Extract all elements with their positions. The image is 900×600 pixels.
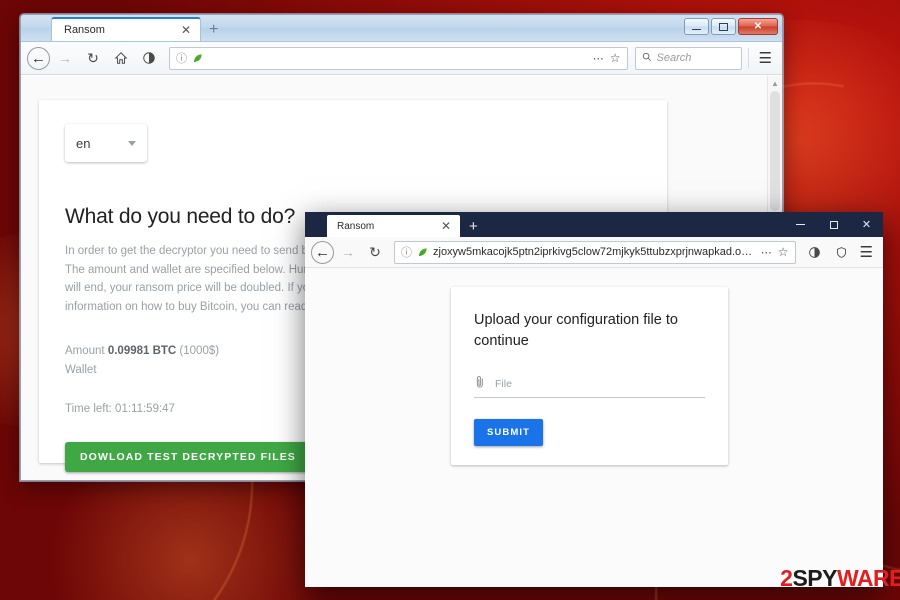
instructions-line-3: will end, your ransom price will be doub… [65,282,334,294]
shield-icon[interactable] [802,239,828,265]
shield-icon[interactable] [136,45,162,71]
page-scrollbar-front[interactable] [875,268,883,587]
chevron-down-icon [128,140,136,146]
upload-card: Upload your configuration file to contin… [451,287,728,465]
back-icon[interactable]: ← [311,240,334,264]
maximize-button[interactable] [817,212,850,237]
watermark-part-4: E [889,565,900,591]
bookmark-icon[interactable]: ☆ [778,245,789,259]
site-info-icon[interactable]: ⓘ [401,244,412,260]
menu-icon[interactable]: ☰ [856,243,877,261]
close-icon[interactable]: ✕ [438,220,454,232]
search-icon [642,52,652,65]
bookmark-icon[interactable]: ☆ [610,51,621,65]
browser-tab-ransom-front[interactable]: Ransom ✕ [327,215,460,237]
window-controls-back[interactable]: ✕ [684,18,778,35]
container-icon[interactable] [829,239,855,265]
leaf-icon [417,247,428,258]
instructions-line-2: The amount and wallet are specified belo… [65,263,333,276]
search-placeholder: Search [656,52,692,64]
reload-icon[interactable]: ↻ [80,45,106,71]
forward-icon: → [341,244,355,260]
language-value: en [76,135,91,151]
address-bar-front[interactable]: ⓘ zjoxyw5mkacojk5ptn2iprkivg5clow72mjkyk… [394,240,796,264]
browser-window-front[interactable]: Ransom ✕ + ✕ ← → ↻ ⓘ zjoxyw5mkacojk5ptn2… [305,212,883,587]
upload-title: Upload your configuration file to contin… [474,312,678,349]
page-actions-icon[interactable]: ⋯ [761,246,773,259]
new-tab-button[interactable]: + [460,219,487,236]
url-host: zjoxyw5mkacojk5ptn2iprkivg5clow72mjkyk5t… [433,246,756,258]
search-bar-back[interactable]: Search [634,46,742,70]
tab-label: Ransom [337,220,375,232]
maximize-button[interactable] [711,18,736,35]
site-info-icon[interactable]: ⓘ [176,50,187,66]
instructions-line-1: In order to get the decryptor you need t… [65,245,330,257]
close-icon[interactable]: ✕ [178,24,194,36]
titlebar-back[interactable]: Ransom ✕ + ✕ [21,15,782,42]
page-content-front: Upload your configuration file to contin… [305,268,883,587]
amount-value: 0.09981 BTC [107,345,177,357]
watermark-part-2: SPY [792,565,837,591]
watermark-part-1: 2 [780,565,793,591]
language-select[interactable]: en [65,124,147,162]
paperclip-icon [474,375,486,392]
close-button[interactable]: ✕ [738,18,778,35]
navigation-toolbar-back[interactable]: ← → ↻ ⓘ ⋯ ☆ Search ☰ [21,42,782,75]
watermark-2spyware: 2SPYWARE [780,565,900,592]
titlebar-front[interactable]: Ransom ✕ + ✕ [305,212,883,237]
tab-label: Ransom [64,24,105,36]
navigation-toolbar-front[interactable]: ← → ↻ ⓘ zjoxyw5mkacojk5ptn2iprkivg5clow7… [305,237,883,268]
wallet-label: Wallet [65,364,97,376]
scroll-up-icon[interactable]: ▲ [768,76,782,91]
browser-tab-ransom[interactable]: Ransom ✕ [51,17,201,41]
scrollbar-thumb[interactable] [770,91,780,211]
page-actions-icon[interactable]: ⋯ [593,52,605,65]
home-icon[interactable] [108,45,134,71]
amount-usd: (1000$) [176,345,220,357]
minimize-button[interactable] [784,212,817,237]
watermark-part-3: WAR [836,565,890,591]
address-bar-back[interactable]: ⓘ ⋯ ☆ [169,46,628,70]
forward-icon: → [58,50,72,66]
window-controls-front[interactable]: ✕ [784,212,883,237]
menu-icon[interactable]: ☰ [755,49,776,67]
reload-icon[interactable]: ↻ [362,239,388,265]
file-input-placeholder: File [495,377,512,390]
amount-label: Amount [65,345,108,357]
close-button[interactable]: ✕ [850,212,883,237]
file-input-row[interactable]: File [474,375,705,398]
download-test-files-button[interactable]: DOWLOAD TEST DECRYPTED FILES [65,442,311,472]
submit-button[interactable]: SUBMIT [474,419,544,446]
url-text: zjoxyw5mkacojk5ptn2iprkivg5clow72mjkyk5t… [433,246,756,258]
new-tab-button[interactable]: + [201,22,226,40]
leaf-icon [192,53,203,64]
minimize-button[interactable] [684,18,709,35]
back-icon[interactable]: ← [27,46,50,70]
toolbar-divider [747,48,749,68]
instructions-line-4: information on how to buy Bitcoin, you c… [65,300,320,313]
